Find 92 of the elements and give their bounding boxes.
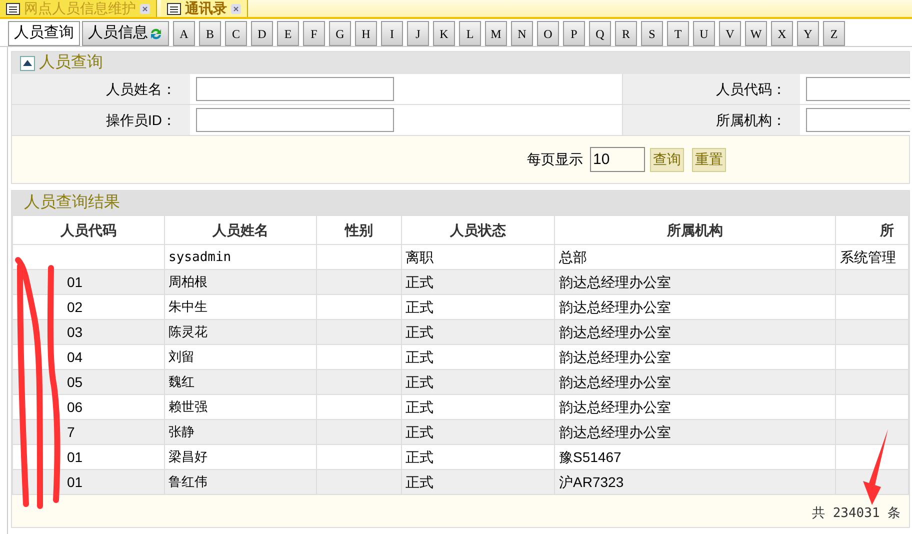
table-cell: 正式 <box>406 398 434 414</box>
letter-button[interactable]: C <box>225 21 247 46</box>
table-cell: 韵达总经理办公室 <box>559 298 672 314</box>
letter-button[interactable]: M <box>485 21 507 46</box>
page-size-field[interactable]: 10 <box>590 147 645 172</box>
table-cell: 02 <box>67 298 83 314</box>
field-label: 人员代码： <box>622 74 800 105</box>
letter-button[interactable]: E <box>277 21 299 46</box>
table-cell: 01 <box>67 274 83 290</box>
table-cell: 韵达总经理办公室 <box>559 348 672 364</box>
table-cell: 梁昌好 <box>168 450 208 466</box>
action-button[interactable]: 查询 <box>650 148 684 172</box>
table-cell: 04 <box>67 348 83 364</box>
field-label: 操作员ID： <box>12 105 190 136</box>
letter-button[interactable]: Q <box>589 21 611 46</box>
column-header: 人员代码 <box>12 216 164 244</box>
table-cell: 沪AR7323 <box>559 474 624 490</box>
table-cell: 正式 <box>406 448 434 464</box>
letter-button[interactable]: Z <box>823 21 845 46</box>
table-cell: 赖世强 <box>168 400 208 416</box>
letter-button[interactable]: H <box>355 21 377 46</box>
table-cell: 刘留 <box>168 350 195 366</box>
panel-title: 人员查询 <box>39 52 103 73</box>
table-cell: 正式 <box>406 374 434 390</box>
document-icon <box>167 2 181 14</box>
letter-button[interactable]: J <box>407 21 429 46</box>
table-cell: 韵达总经理办公室 <box>559 274 672 290</box>
column-header: 所属机构 <box>554 216 836 244</box>
close-icon[interactable] <box>140 4 150 14</box>
table-cell: 周柏根 <box>168 275 208 290</box>
table-cell: 正式 <box>406 474 434 490</box>
letter-button[interactable]: T <box>667 21 689 46</box>
table-cell: 正式 <box>406 298 434 314</box>
letter-button[interactable]: K <box>433 21 455 46</box>
table-cell: 01 <box>67 448 83 464</box>
table-cell: 01 <box>67 474 83 490</box>
table-cell: 正式 <box>406 348 434 364</box>
table-cell: 韵达总经理办公室 <box>559 398 672 414</box>
refresh-icon <box>149 26 163 40</box>
table-cell: 张静 <box>168 425 195 440</box>
letter-button[interactable]: X <box>771 21 793 46</box>
column-header: 人员姓名 <box>164 216 316 244</box>
table-cell: 韵达总经理办公室 <box>559 424 672 440</box>
field-label: 人员姓名： <box>12 74 190 105</box>
tab[interactable]: 人员查询 <box>8 21 80 46</box>
table-cell: 离职 <box>406 248 434 264</box>
letter-button[interactable]: G <box>329 21 351 46</box>
table-cell: 06 <box>67 398 83 414</box>
results-title: 人员查询结果 <box>12 191 909 215</box>
document-icon <box>6 2 20 14</box>
letter-button[interactable]: W <box>745 21 767 46</box>
table-cell: 系统管理 <box>840 248 896 264</box>
letter-button[interactable]: R <box>615 21 637 46</box>
letter-button[interactable]: P <box>563 21 585 46</box>
table-cell: 魏红 <box>168 375 195 390</box>
table-cell: 朱中生 <box>168 300 208 316</box>
letter-button[interactable]: A <box>173 21 195 46</box>
column-header: 人员状态 <box>401 216 555 244</box>
letter-button[interactable]: B <box>199 21 221 46</box>
field-label: 所属机构： <box>622 105 800 136</box>
letter-button[interactable]: S <box>641 21 663 46</box>
table-cell: 韵达总经理办公室 <box>559 324 672 340</box>
text-field[interactable] <box>196 108 394 132</box>
table-cell: 正式 <box>406 324 434 340</box>
table-cell: sysadmin <box>168 250 232 266</box>
table-cell: 正式 <box>406 424 434 440</box>
text-field[interactable] <box>196 77 394 101</box>
collapse-icon[interactable] <box>20 56 35 70</box>
tab[interactable]: 通讯录 <box>161 0 248 17</box>
record-count: 共 234031 条 <box>812 505 901 523</box>
letter-button[interactable]: O <box>537 21 559 46</box>
letter-button[interactable]: Y <box>797 21 819 46</box>
table-cell: 05 <box>67 374 83 390</box>
letter-button[interactable]: F <box>303 21 325 46</box>
tab[interactable]: 人员信息 <box>82 21 169 46</box>
table-cell: 正式 <box>406 274 434 290</box>
table-cell: 7 <box>67 424 75 440</box>
table-cell: 鲁红伟 <box>168 475 208 490</box>
action-button[interactable]: 重置 <box>692 148 726 172</box>
letter-button[interactable]: V <box>719 21 741 46</box>
letter-button[interactable]: U <box>693 21 715 46</box>
letter-button[interactable]: N <box>511 21 533 46</box>
table-cell: 总部 <box>559 248 588 264</box>
table-cell: 陈灵花 <box>168 325 208 340</box>
table-cell: 韵达总经理办公室 <box>559 374 672 390</box>
close-icon[interactable] <box>231 4 241 14</box>
letter-button[interactable]: I <box>381 21 403 46</box>
letter-button[interactable]: L <box>459 21 481 46</box>
table-cell: 03 <box>67 324 83 340</box>
table-cell: 豫S51467 <box>559 448 622 464</box>
letter-button[interactable]: D <box>251 21 273 46</box>
page-size-label: 每页显示 <box>527 150 583 169</box>
